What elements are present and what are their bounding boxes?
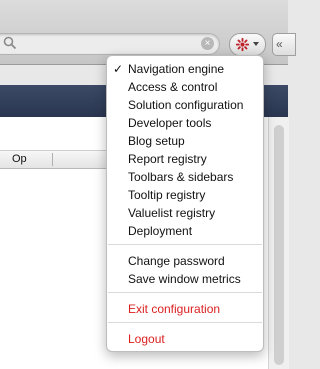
menu-separator (108, 322, 262, 323)
menu-item-developer-tools[interactable]: Developer tools (107, 114, 263, 132)
menu-item-label: Solution configuration (128, 98, 244, 112)
search-field[interactable]: × (0, 33, 220, 55)
menu-item-label: Save window metrics (128, 272, 241, 286)
vertical-scrollbar[interactable] (268, 117, 289, 369)
column-header-op[interactable]: Op (12, 153, 27, 165)
menu-item-blog-setup[interactable]: Blog setup (107, 132, 263, 150)
menu-item-valuelist-registry[interactable]: Valuelist registry (107, 204, 263, 222)
menu-separator (108, 244, 262, 245)
menu-item-label: Report registry (128, 152, 207, 166)
menu-item-label: Navigation engine (128, 62, 225, 76)
menu-item-access-control[interactable]: Access & control (107, 78, 263, 96)
menu-item-label: Exit configuration (128, 302, 221, 316)
menu-separator (108, 292, 262, 293)
clear-search-icon[interactable]: × (201, 37, 214, 50)
menu-item-solution-configuration[interactable]: Solution configuration (107, 96, 263, 114)
menu-item-label: Change password (128, 254, 225, 268)
menu-item-label: Developer tools (128, 116, 212, 130)
menu-item-report-registry[interactable]: Report registry (107, 150, 263, 168)
scroll-thumb[interactable] (274, 125, 284, 365)
menu-item-exit-configuration[interactable]: Exit configuration (107, 300, 263, 318)
menu-item-tooltip-registry[interactable]: Tooltip registry (107, 186, 263, 204)
search-icon (3, 36, 17, 50)
menu-item-logout[interactable]: Logout (107, 330, 263, 348)
checkmark-icon: ✓ (113, 62, 124, 76)
menu-item-deployment[interactable]: Deployment (107, 222, 263, 240)
menu-item-label: Blog setup (128, 134, 185, 148)
menu-item-save-window-metrics[interactable]: Save window metrics (107, 270, 263, 288)
chevron-down-icon (253, 42, 259, 46)
menu-item-navigation-engine[interactable]: ✓ Navigation engine (107, 60, 263, 78)
collapse-panel-button[interactable]: « (272, 33, 296, 56)
menu-item-label: Deployment (128, 224, 193, 238)
menu-item-label: Toolbars & sidebars (128, 170, 234, 184)
menu-item-label: Logout (128, 332, 165, 346)
table-header: Op (0, 150, 110, 169)
column-divider (52, 153, 53, 166)
menu-item-label: Valuelist registry (128, 206, 216, 220)
config-dropdown-menu: ✓ Navigation engine Access & control Sol… (106, 55, 264, 352)
menu-item-label: Tooltip registry (128, 188, 206, 202)
menu-item-label: Access & control (128, 80, 218, 94)
gear-icon (235, 37, 250, 52)
menu-item-toolbars-sidebars[interactable]: Toolbars & sidebars (107, 168, 263, 186)
config-menu-button[interactable] (229, 33, 266, 56)
menu-item-change-password[interactable]: Change password (107, 252, 263, 270)
